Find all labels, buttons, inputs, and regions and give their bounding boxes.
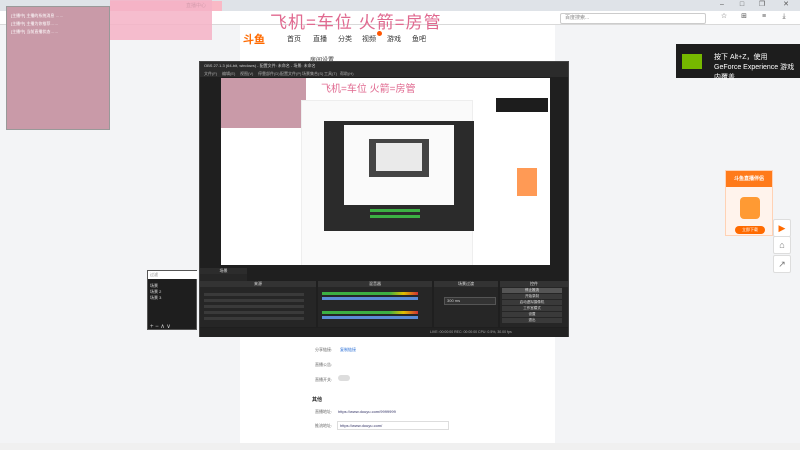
star-icon[interactable]: ☆ [720, 13, 728, 21]
obs-window[interactable]: OBS 27.1.3 (64-bit, windows) - 配置文件: 未命名… [199, 61, 569, 337]
search-input[interactable]: 百度搜索... [560, 13, 706, 24]
push-label: 推流地址: [315, 423, 333, 428]
preview-nested-obs [324, 121, 474, 231]
promo-card[interactable]: 斗鱼直播伴侣 立即下载 [725, 170, 773, 236]
menu-icon[interactable]: ≡ [760, 13, 768, 21]
scene-filter-input[interactable]: 过滤 [148, 271, 198, 279]
nav-item-game[interactable]: 游戏 [387, 34, 401, 44]
restore-icon[interactable]: ❐ [758, 1, 766, 9]
obs-menu-help[interactable]: 帮助(H) [340, 70, 354, 77]
url-label: 直播地址: [315, 409, 333, 414]
promo-header: 斗鱼直播伴侣 [726, 171, 772, 187]
home-icon[interactable]: ⌂ [773, 236, 791, 254]
minimize-icon[interactable]: – [718, 1, 726, 9]
mixer-dock [318, 287, 432, 327]
site-logo[interactable]: 斗鱼 [243, 31, 265, 47]
obs-menu-docks[interactable]: 停靠部件(D) [258, 70, 280, 77]
obs-menu-tools[interactable]: 工具(T) [324, 70, 337, 77]
transition-duration-input[interactable]: 300 ms [444, 297, 496, 305]
notification-item[interactable]: [主播中] 当前直播状态…… [11, 29, 58, 35]
sources-dock [200, 287, 316, 327]
live-toggle[interactable] [338, 375, 350, 381]
mixer-slider[interactable] [322, 297, 418, 300]
toggle-label: 直播开关: [315, 377, 333, 382]
share-label: 分享链接: [315, 347, 333, 352]
promo-download-button[interactable]: 立即下载 [735, 226, 765, 234]
nav-item-category[interactable]: 分类 [338, 34, 352, 44]
close-icon[interactable]: ✕ [782, 1, 790, 9]
obs-menu-edit[interactable]: 编辑(E) [222, 70, 235, 77]
studio-mode-button[interactable]: 工作室模式 [502, 306, 562, 311]
url-value: https://www.douyu.com/9999999 [338, 409, 396, 414]
nvidia-overlay-toast[interactable]: 按下 Alt+Z，使用 GeForce Experience 游戏内覆盖 [676, 44, 800, 81]
stop-stream-button[interactable]: 停止推流 [502, 288, 562, 293]
notification-item[interactable]: [主播中] 主播的系统消息 …… [11, 13, 63, 19]
tab-highlight [110, 0, 212, 40]
notification-panel: [主播中] 主播的系统消息 …… [主播中] 主播为你推荐…… [主播中] 当前… [6, 6, 110, 130]
preview-notification [221, 78, 306, 128]
status-text [0, 444, 4, 449]
download-icon[interactable]: ⤓ [780, 13, 788, 21]
nav-item-home[interactable]: 首页 [287, 34, 301, 44]
douyu-mascot-icon [740, 197, 760, 219]
exit-button[interactable]: 退出 [502, 318, 562, 323]
nav-item-fishbar[interactable]: 鱼吧 [412, 34, 426, 44]
nvidia-toast-text: 按下 Alt+Z，使用 GeForce Experience 游戏内覆盖 [714, 54, 795, 81]
maximize-icon[interactable]: □ [738, 1, 746, 9]
obs-preview[interactable]: 飞机=车位 火箭=房管 [221, 78, 550, 265]
add-scene-icon[interactable]: + − ∧ ∨ [150, 323, 171, 330]
obs-title-bar: OBS 27.1.3 (64-bit, windows) - 配置文件: 未命名… [200, 62, 568, 70]
preview-nvidia-toast [496, 98, 548, 112]
danmaku-banner: 飞机=车位 火箭=房管 [270, 13, 442, 32]
preview-promo [517, 168, 537, 196]
browser-status-bar [0, 443, 800, 450]
notice-label: 直播公告: [315, 362, 333, 367]
obs-menu-view[interactable]: 视图(V) [240, 70, 253, 77]
play-icon[interactable]: ▶ [773, 219, 791, 237]
start-recording-button[interactable]: 开始录制 [502, 294, 562, 299]
nvidia-logo-icon [682, 54, 702, 69]
section-other: 其他 [312, 397, 323, 403]
nav-item-video[interactable]: 视频 [362, 34, 376, 44]
obs-status-bar: LIVE: 00:00:00 REC: 00:00:00 CPU: 0.5%, … [200, 328, 568, 337]
mixer-meter [322, 292, 418, 295]
extension-icon[interactable]: ⊞ [740, 13, 748, 21]
push-url-value: https://www.douyu.com/ [340, 423, 383, 428]
obs-menu-file[interactable]: 文件(F) [204, 70, 217, 77]
transitions-dock: 300 ms [434, 287, 498, 327]
nav-item-live[interactable]: 直播 [313, 34, 327, 44]
notification-item[interactable]: [主播中] 主播为你推荐…… [11, 21, 58, 27]
obs-menu-scene-collection[interactable]: 场景集合(S) [302, 70, 323, 77]
share-link[interactable]: 复制链接 [340, 347, 356, 353]
mixer-meter [322, 311, 418, 314]
preview-banner: 飞机=车位 火箭=房管 [321, 84, 416, 95]
obs-menu-bar: 文件(F) 编辑(E) 视图(V) 停靠部件(D) 配置文件(P) 场景集合(S… [200, 70, 568, 77]
mixer-slider[interactable] [322, 316, 418, 319]
scene-list-panel: 过滤 场景 场景 2 场景 3 + − ∧ ∨ [147, 270, 198, 330]
controls-dock: 停止推流 开始录制 启动虚拟摄像机 工作室模式 设置 退出 [500, 287, 568, 327]
push-url-input[interactable]: https://www.douyu.com/ [337, 421, 449, 430]
virtual-camera-button[interactable]: 启动虚拟摄像机 [502, 300, 562, 305]
obs-status-text: LIVE: 00:00:00 REC: 00:00:00 CPU: 0.5%, … [430, 330, 512, 334]
share-icon[interactable]: ↗ [773, 255, 791, 273]
scene-item[interactable]: 场景 3 [150, 295, 161, 301]
obs-menu-profile[interactable]: 配置文件(P) [280, 70, 301, 77]
settings-button[interactable]: 设置 [502, 312, 562, 317]
